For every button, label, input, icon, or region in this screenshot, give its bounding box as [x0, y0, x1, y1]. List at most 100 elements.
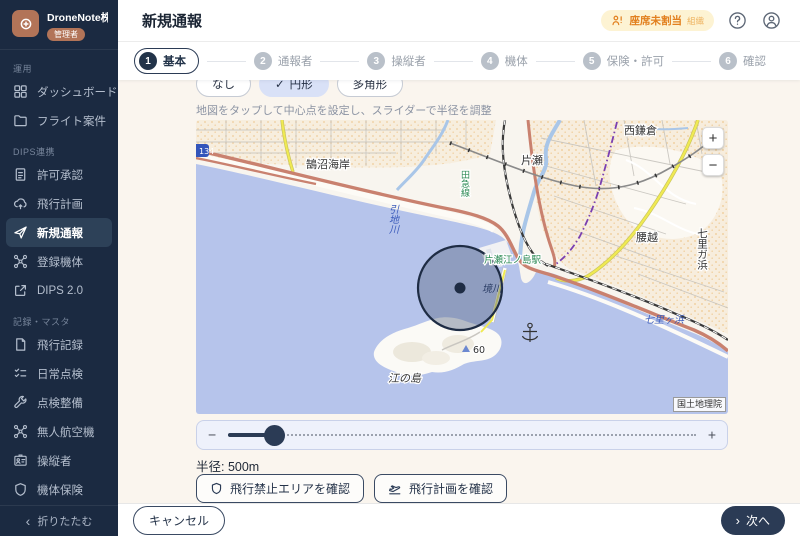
check-buttons-row: 飛行禁止エリアを確認 飛行計画を確認	[196, 474, 507, 503]
map-label-shichirigahama-sea: 七里ヶ浜	[644, 314, 685, 326]
selection-center-dot[interactable]	[455, 283, 466, 294]
step-connector	[536, 61, 575, 62]
wrench-icon	[13, 395, 28, 410]
shield-icon	[210, 482, 223, 495]
form-content: なし ✓ 円形 多角形 地図をタップして中心点を設定し、スライダーで半径を調整	[118, 80, 800, 503]
step-confirm[interactable]: 6 確認	[719, 52, 766, 70]
role-badge: 管理者	[47, 28, 85, 41]
sidebar-item-insurance[interactable]: 機体保険	[0, 475, 118, 504]
map-label-kugenuma: 鵠沼海岸	[306, 157, 350, 171]
map-canvas[interactable]: 134 60 鵠沼海岸 片瀬 西鎌倉 腰越 七里ガ浜 引地川 境川 江の島 七里…	[196, 120, 728, 414]
id-card-icon	[13, 453, 28, 468]
next-button[interactable]: › 次へ	[721, 506, 785, 535]
help-button[interactable]	[727, 10, 748, 31]
org-name: DroneNote株式…	[47, 10, 108, 25]
check-no-fly-area-button[interactable]: 飛行禁止エリアを確認	[196, 474, 364, 503]
collapse-sidebar-button[interactable]: ‹ 折りたたむ	[0, 505, 118, 536]
sidebar-item-label: 無人航空機	[37, 424, 95, 440]
footer-bar: キャンセル › 次へ	[118, 503, 800, 536]
step-label: 確認	[743, 53, 766, 69]
sidebar-item-daily-inspection[interactable]: 日常点検	[0, 359, 118, 388]
seat-badge-suffix: 組織	[687, 15, 704, 27]
sidebar-item-flight-plan[interactable]: 飛行計画	[0, 189, 118, 218]
sidebar: DroneNote株式… 管理者 運用 ダッシュボード フライト案件 DIPS連…	[0, 0, 118, 536]
elevation-label: 60	[473, 345, 485, 356]
check-flight-plan-button[interactable]: 飛行計画を確認	[374, 474, 507, 503]
sidebar-nav: 運用 ダッシュボード フライト案件 DIPS連携 許可承認 飛行計画 新規通報 …	[0, 50, 118, 505]
check-button-label: 飛行計画を確認	[409, 480, 493, 497]
chevron-left-icon: ‹	[26, 514, 31, 528]
check-button-label: 飛行禁止エリアを確認	[230, 480, 350, 497]
map-label-katase: 片瀬	[521, 153, 543, 167]
sidebar-item-dips[interactable]: DIPS 2.0	[0, 276, 118, 305]
sidebar-item-new-report[interactable]: 新規通報	[6, 218, 112, 247]
nav-section-label: DIPS連携	[0, 144, 118, 160]
step-insurance-permit[interactable]: 5 保険・許可	[583, 52, 665, 70]
map-attribution[interactable]: 国土地理院	[673, 397, 726, 412]
map-label-nishi-kamakura: 西鎌倉	[624, 123, 657, 137]
sidebar-item-label: 許可承認	[37, 167, 83, 183]
radius-value-label: 半径: 500m	[196, 456, 259, 475]
step-number: 1	[139, 52, 157, 70]
slider-thumb[interactable]	[264, 425, 285, 446]
brand[interactable]: DroneNote株式… 管理者	[0, 0, 118, 50]
map-label-hikichi-river: 引地川	[387, 204, 399, 234]
map-tiles: 134 60 鵠沼海岸 片瀬 西鎌倉 腰越 七里ガ浜 引地川 境川 江の島 七里…	[196, 120, 728, 414]
sidebar-item-flight-projects[interactable]: フライト案件	[0, 106, 118, 135]
sidebar-item-label: 機体保険	[37, 482, 83, 498]
sidebar-item-label: 登録機体	[37, 254, 83, 270]
step-label: 通報者	[278, 53, 313, 69]
step-label: 基本	[163, 53, 186, 69]
step-number: 4	[481, 52, 499, 70]
step-pilot[interactable]: 3 操縦者	[367, 52, 426, 70]
map-zoom-out-button[interactable]: −	[702, 154, 724, 176]
step-reporter[interactable]: 2 通報者	[254, 52, 313, 70]
seat-unassigned-badge[interactable]: 座席未割当 組織	[601, 10, 714, 31]
map-zoom-controls: + −	[702, 127, 724, 176]
sidebar-item-registered-aircraft[interactable]: 登録機体	[0, 247, 118, 276]
sidebar-item-approvals[interactable]: 許可承認	[0, 160, 118, 189]
sidebar-item-label: 飛行計画	[37, 196, 83, 212]
sidebar-item-label: 日常点検	[37, 366, 83, 382]
shield-icon	[13, 482, 28, 497]
map-label-sakai-river: 境川	[482, 283, 503, 295]
sidebar-item-maintenance[interactable]: 点検整備	[0, 388, 118, 417]
slider-increase[interactable]: +	[708, 426, 716, 442]
send-icon	[13, 225, 28, 240]
checklist-icon	[13, 366, 28, 381]
map-instruction: 地図をタップして中心点を設定し、スライダーで半径を調整	[196, 102, 492, 118]
collapse-label: 折りたたむ	[37, 513, 92, 529]
seat-badge-text: 座席未割当	[629, 13, 682, 28]
map-label-shichirigahama-land: 七里ガ浜	[696, 228, 708, 271]
step-number: 6	[719, 52, 737, 70]
step-label: 操縦者	[391, 53, 426, 69]
step-label: 機体	[505, 53, 528, 69]
header: 新規通報 座席未割当 組織	[118, 0, 800, 42]
map-label-koshigoe: 腰越	[636, 230, 658, 244]
step-connector	[207, 61, 246, 62]
step-aircraft[interactable]: 4 機体	[481, 52, 528, 70]
sidebar-item-label: ダッシュボード	[37, 84, 118, 100]
slider-decrease[interactable]: −	[208, 426, 216, 442]
wizard-stepper: 1 基本 2 通報者 3 操縦者 4 機体 5 保険・許可 6 確認	[118, 42, 800, 80]
sidebar-item-dashboard[interactable]: ダッシュボード	[0, 77, 118, 106]
sidebar-item-flight-log[interactable]: 飛行記録	[0, 330, 118, 359]
step-basic[interactable]: 1 基本	[134, 48, 199, 74]
step-number: 3	[367, 52, 385, 70]
step-number: 5	[583, 52, 601, 70]
step-connector	[434, 61, 473, 62]
slider-track[interactable]	[228, 434, 696, 436]
step-label: 保険・許可	[607, 53, 665, 69]
map-label-odakyu-line: 田急線	[459, 170, 470, 197]
map-zoom-in-button[interactable]: +	[702, 127, 724, 149]
sidebar-item-pilots[interactable]: 操縦者	[0, 446, 118, 475]
cloud-upload-icon	[13, 196, 28, 211]
radius-slider: − +	[196, 420, 728, 450]
chevron-right-icon: ›	[736, 514, 740, 527]
sidebar-item-label: DIPS 2.0	[37, 285, 83, 297]
cancel-button[interactable]: キャンセル	[133, 506, 225, 535]
document-icon	[13, 167, 28, 182]
sidebar-item-uav[interactable]: 無人航空機	[0, 417, 118, 446]
step-number: 2	[254, 52, 272, 70]
account-button[interactable]	[761, 10, 782, 31]
